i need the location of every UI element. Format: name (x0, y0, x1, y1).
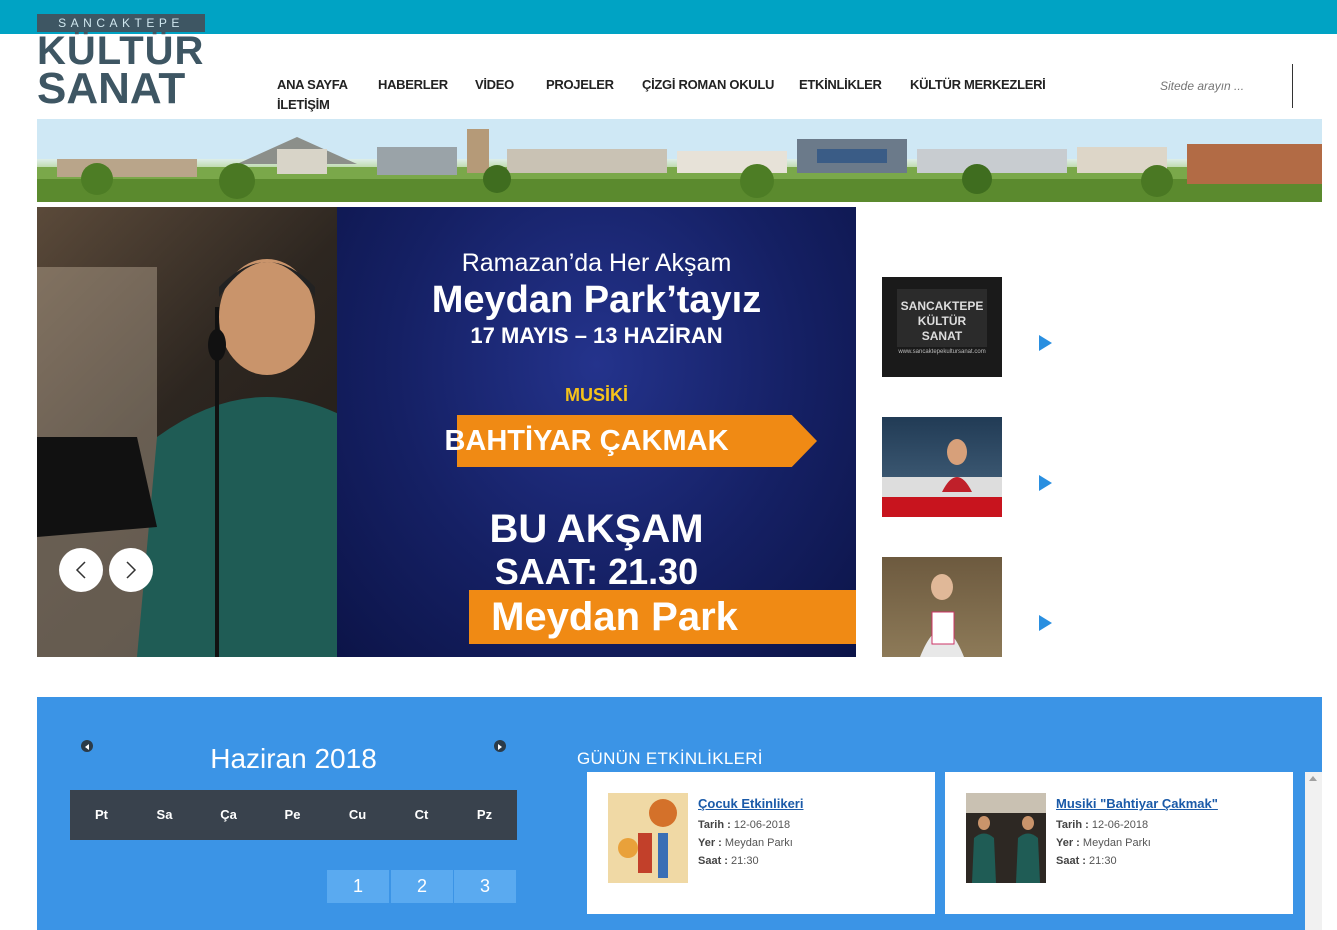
weekday-label: Sa (156, 807, 173, 822)
event-time-row: Saat : 21:30 (698, 855, 759, 867)
weekday-label: Ça (220, 807, 237, 822)
panorama-illustration (37, 119, 1322, 202)
nav-item-cizgi-roman-okulu[interactable]: ÇİZGİ ROMAN OKULU (642, 77, 774, 92)
events-section-title: GÜNÜN ETKİNLİKLERİ (577, 749, 763, 768)
poster-line-2: Meydan Park’tayız (431, 279, 762, 321)
event-time-label: Saat : (698, 855, 728, 867)
event-card: Çocuk Etkinlikeri Tarih : 12-06-2018 Yer… (587, 772, 935, 914)
search-divider (1292, 64, 1293, 108)
poster-line-4: MUSİKİ (565, 385, 628, 405)
event-image[interactable] (608, 793, 688, 883)
poster-line-5: BAHTİYAR ÇAKMAK (444, 425, 729, 457)
video-thumb-3[interactable] (882, 557, 1002, 657)
event-place-value: Meydan Parkı (724, 837, 793, 849)
poster-line-1: Ramazan’da Her Akşam (461, 249, 732, 277)
scroll-up-icon[interactable] (1309, 776, 1317, 781)
nav-item-kultur-merkezleri[interactable]: KÜLTÜR MERKEZLERİ (910, 77, 1046, 92)
calendar-weekday-header: Pt Sa Ça Pe Cu Ct Pz (70, 790, 517, 840)
events-scrollbar[interactable] (1305, 772, 1322, 930)
site-logo[interactable]: SANCAKTEPE KÜLTÜR SANAT (37, 14, 205, 113)
weekday-label: Pt (95, 807, 108, 822)
event-place-label: Yer : (698, 837, 722, 849)
logo-line-sanat: SANAT (37, 64, 186, 113)
nav-item-etkinlikler[interactable]: ETKİNLİKLER (799, 77, 882, 92)
event-place-row: Yer : Meydan Parkı (1056, 837, 1151, 849)
weekday-label: Ct (414, 807, 429, 822)
play-icon[interactable] (1039, 335, 1052, 351)
video-thumb-2[interactable] (882, 417, 1002, 517)
poster-line-7: SAAT: 21.30 (494, 551, 699, 592)
event-date-row: Tarih : 12-06-2018 (698, 819, 790, 831)
poster-line-8: Meydan Park (491, 595, 738, 639)
event-date-value: 12-06-2018 (1091, 819, 1149, 831)
event-title-link[interactable]: Çocuk Etkinlikeri (698, 796, 803, 811)
thumb-1-logo: SANCAKTEPE KÜLTÜR SANAT (897, 289, 987, 347)
event-image[interactable] (966, 793, 1046, 883)
chevron-left-icon (75, 561, 86, 579)
weekday-label: Cu (348, 807, 367, 822)
weekday-label: Pz (476, 807, 493, 822)
event-card: Musiki "Bahtiyar Çakmak" Tarih : 12-06-2… (945, 772, 1293, 914)
calendar-day-1[interactable]: 1 (327, 870, 389, 903)
panorama-banner (37, 119, 1322, 202)
event-place-value: Meydan Parkı (1082, 837, 1151, 849)
play-icon[interactable] (1039, 615, 1052, 631)
weekday-label: Pe (284, 807, 301, 822)
hero-slider[interactable]: Ramazan’da Her Akşam Meydan Park’tayız 1… (37, 207, 856, 657)
nav-item-video[interactable]: VİDEO (475, 77, 514, 92)
nav-item-projeler[interactable]: PROJELER (546, 77, 614, 92)
event-time-label: Saat : (1056, 855, 1086, 867)
slider-prev-button[interactable] (59, 548, 103, 592)
slider-next-button[interactable] (109, 548, 153, 592)
event-date-row: Tarih : 12-06-2018 (1056, 819, 1148, 831)
video-thumb-1[interactable]: SANCAKTEPE KÜLTÜR SANAT www.sancaktepeku… (882, 277, 1002, 377)
nav-item-iletisim[interactable]: İLETİŞİM (277, 97, 330, 112)
event-place-row: Yer : Meydan Parkı (698, 837, 793, 849)
calendar-month-title: Haziran 2018 (210, 743, 377, 774)
event-poster: Ramazan’da Her Akşam Meydan Park’tayız 1… (337, 207, 856, 657)
event-date-label: Tarih : (1056, 819, 1089, 831)
event-place-label: Yer : (1056, 837, 1080, 849)
poster-line-6: BU AKŞAM (489, 507, 704, 551)
calendar-day-2[interactable]: 2 (391, 870, 453, 903)
event-date-label: Tarih : (698, 819, 731, 831)
play-icon[interactable] (1039, 475, 1052, 491)
event-date-value: 12-06-2018 (733, 819, 791, 831)
nav-item-haberler[interactable]: HABERLER (378, 77, 448, 92)
thumb-1-url: www.sancaktepekultursanat.com (898, 349, 986, 355)
event-time-value: 21:30 (1089, 855, 1117, 867)
event-time-value: 21:30 (731, 855, 759, 867)
event-time-row: Saat : 21:30 (1056, 855, 1117, 867)
chevron-right-icon (126, 561, 137, 579)
calendar-day-3[interactable]: 3 (454, 870, 516, 903)
search-input[interactable] (1160, 79, 1280, 93)
poster-line-3: 17 MAYIS – 13 HAZİRAN (470, 323, 723, 348)
search-box (1160, 77, 1292, 101)
nav-item-ana-sayfa[interactable]: ANA SAYFA (277, 77, 348, 92)
event-title-link[interactable]: Musiki "Bahtiyar Çakmak" (1056, 796, 1218, 811)
